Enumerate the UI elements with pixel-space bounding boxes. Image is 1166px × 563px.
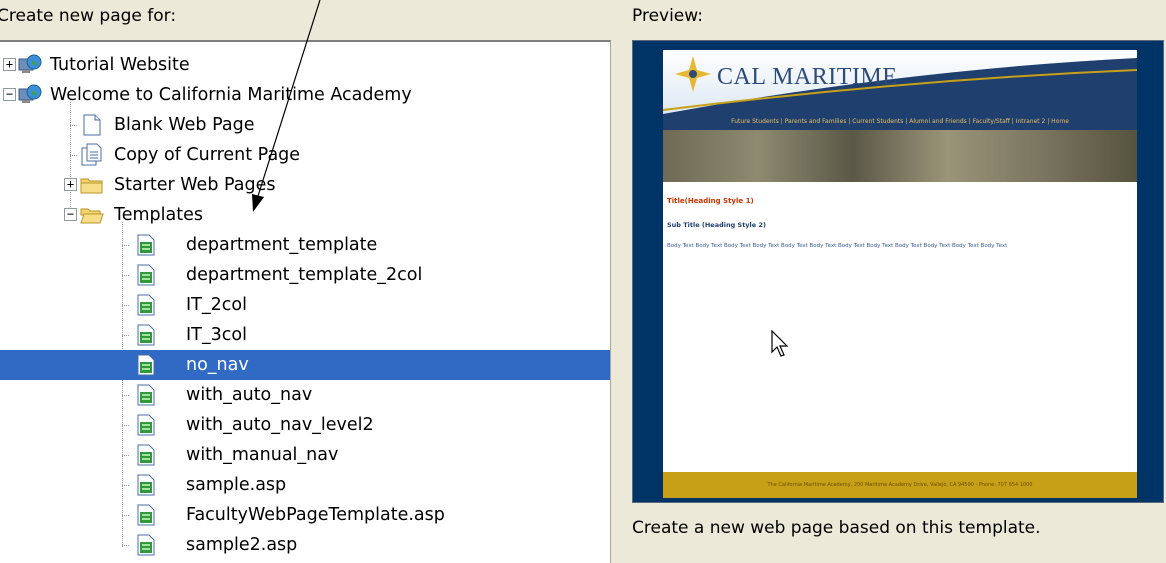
template-icon xyxy=(134,233,158,257)
collapse-icon[interactable]: − xyxy=(3,88,16,101)
tree-item[interactable]: IT_3col xyxy=(0,320,610,350)
tree-item[interactable]: + Starter Web Pages xyxy=(0,170,610,200)
tree-item-label: department_template xyxy=(186,235,378,255)
preview-page: CAL MARITIME Future Students | Parents a… xyxy=(663,50,1137,498)
tree-item[interactable]: no_nav xyxy=(0,350,610,380)
folder-open-icon xyxy=(80,203,104,227)
tree-item[interactable]: Copy of Current Page xyxy=(0,140,610,170)
tree-item-label: Copy of Current Page xyxy=(114,145,301,165)
copy-page-icon xyxy=(80,143,104,167)
preview-heading-2: Sub Title (Heading Style 2) xyxy=(667,221,766,229)
folder-icon xyxy=(80,173,104,197)
tree-item-label: department_template_2col xyxy=(186,265,423,285)
tree-item[interactable]: + Tutorial Website xyxy=(0,50,610,80)
template-icon xyxy=(134,503,158,527)
tree-item-label: Templates xyxy=(114,205,203,225)
template-icon xyxy=(134,293,158,317)
template-icon xyxy=(134,533,158,557)
tree-item[interactable]: Blank Web Page xyxy=(0,110,610,140)
tree-item[interactable]: IT_2col xyxy=(0,290,610,320)
tree-item-label: with_manual_nav xyxy=(186,445,339,465)
compass-star-icon xyxy=(675,56,711,92)
tree-item[interactable]: department_template_2col xyxy=(0,260,610,290)
tree-item-label: Blank Web Page xyxy=(114,115,255,135)
tree-item[interactable]: with_auto_nav xyxy=(0,380,610,410)
globe-computer-icon xyxy=(18,53,42,77)
template-icon xyxy=(134,323,158,347)
preview-photo xyxy=(663,130,1137,182)
tree-item-label: Welcome to California Maritime Academy xyxy=(50,85,412,105)
template-icon xyxy=(134,473,158,497)
template-icon xyxy=(134,263,158,287)
tree-item-label: with_auto_nav xyxy=(186,385,313,405)
template-icon xyxy=(134,443,158,467)
collapse-icon[interactable]: − xyxy=(64,208,77,221)
template-preview: CAL MARITIME Future Students | Parents a… xyxy=(632,40,1164,503)
preview-nav-bar: Future Students | Parents and Families |… xyxy=(663,114,1137,130)
tree-item[interactable]: with_auto_nav_level2 xyxy=(0,410,610,440)
blank-page-icon xyxy=(80,113,104,137)
preview-footer: The California Maritime Academy, 200 Mar… xyxy=(663,472,1137,498)
tree-item[interactable]: sample.asp xyxy=(0,470,610,500)
preview-body-text: Body Text Body Text Body Text Body Text … xyxy=(667,243,1008,249)
preview-label: Preview: xyxy=(632,6,703,26)
tree-item[interactable]: FacultyWebPageTemplate.asp xyxy=(0,500,610,530)
template-icon xyxy=(134,353,158,377)
tree-item[interactable]: with_manual_nav xyxy=(0,440,610,470)
tree-item-label: with_auto_nav_level2 xyxy=(186,415,374,435)
tree-item-label: IT_2col xyxy=(186,295,247,315)
template-icon xyxy=(134,413,158,437)
tree-item[interactable]: sample2.asp xyxy=(0,530,610,560)
tree-item-label: IT_3col xyxy=(186,325,247,345)
tree-item-label: no_nav xyxy=(186,350,249,380)
create-new-page-label: Create new page for: xyxy=(0,6,177,26)
preview-caption: Create a new web page based on this temp… xyxy=(632,518,1041,538)
tree-item[interactable]: − Welcome to California Maritime Academy xyxy=(0,80,610,110)
preview-header: CAL MARITIME xyxy=(663,50,1137,114)
tree-item-label: FacultyWebPageTemplate.asp xyxy=(186,505,445,525)
site-tree[interactable]: + Tutorial Website − Welcome to California … xyxy=(0,40,611,563)
tree-item-label: Starter Web Pages xyxy=(114,175,276,195)
tree-item-label: sample.asp xyxy=(186,475,287,495)
tree-item-label: Tutorial Website xyxy=(50,55,190,75)
tree-item-label: sample2.asp xyxy=(186,535,298,555)
expand-icon[interactable]: + xyxy=(64,178,77,191)
tree-item[interactable]: department_template xyxy=(0,230,610,260)
template-icon xyxy=(134,383,158,407)
mouse-cursor-icon xyxy=(771,330,789,357)
expand-icon[interactable]: + xyxy=(3,58,16,71)
preview-heading-1: Title(Heading Style 1) xyxy=(667,197,754,205)
globe-computer-icon xyxy=(18,83,42,107)
tree-item[interactable]: − Templates xyxy=(0,200,610,230)
preview-logo-text: CAL MARITIME xyxy=(717,64,898,90)
